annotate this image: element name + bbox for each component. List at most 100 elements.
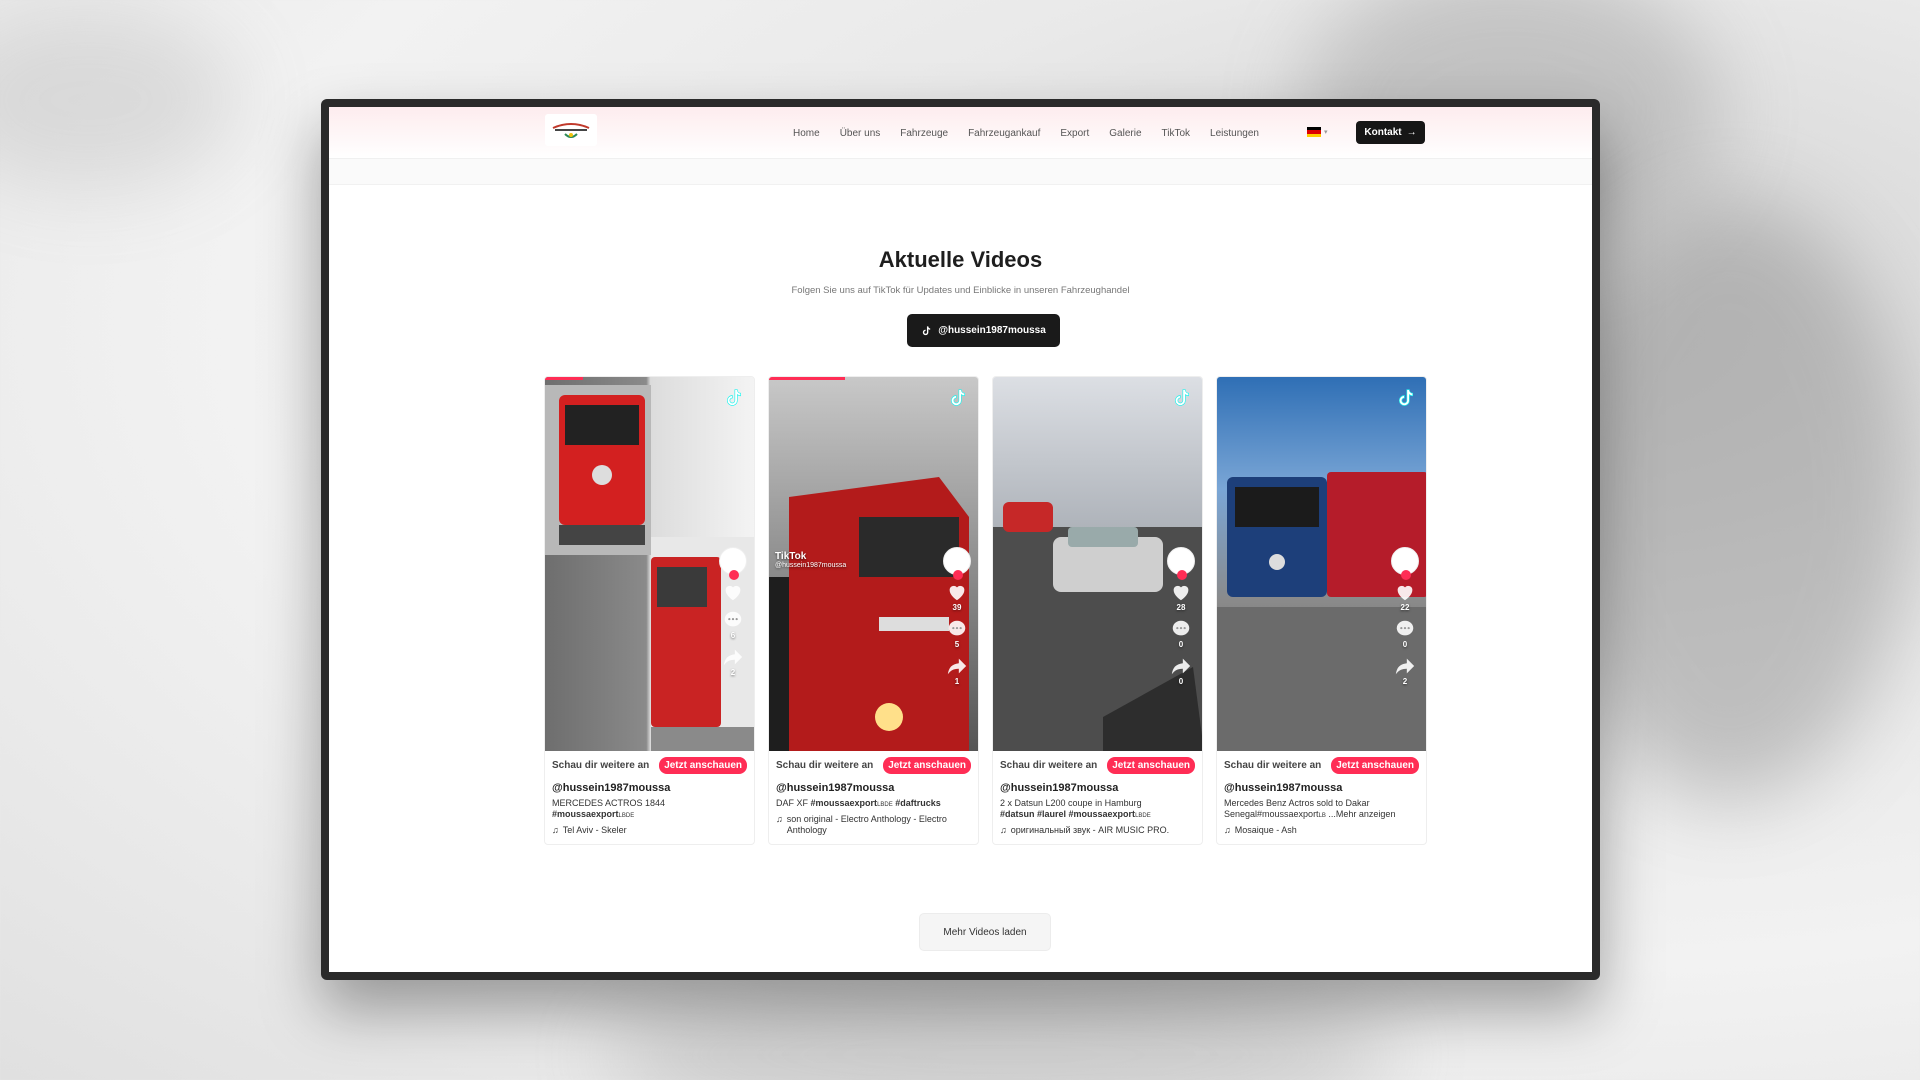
- video-cta-row: Schau dir weitere an Jetzt anschauen: [993, 751, 1202, 774]
- avatar[interactable]: [719, 547, 747, 580]
- nav-fahrzeugankauf[interactable]: Fahrzeugankauf: [958, 128, 1050, 139]
- video-progress-bar: [769, 377, 845, 380]
- hashtag-suffix: LB: [1318, 813, 1326, 819]
- background-blur: [1550, 200, 1910, 800]
- watermark-handle: @hussein1987moussa: [775, 562, 847, 569]
- nav-galerie[interactable]: Galerie: [1099, 128, 1151, 139]
- music-title: Mosaique - Ash: [1234, 825, 1297, 835]
- nav-tiktok[interactable]: TikTok: [1152, 128, 1201, 139]
- comment-action[interactable]: 0: [1394, 618, 1416, 649]
- video-progress-bar: [545, 377, 583, 380]
- sub-header-strip: [329, 159, 1592, 185]
- description-text: 2 x Datsun L200 coupe in Hamburg: [1000, 798, 1142, 808]
- share-icon: [1171, 658, 1191, 675]
- hashtags-2[interactable]: #daftrucks: [895, 798, 941, 808]
- follow-plus-icon[interactable]: [1177, 570, 1187, 580]
- music-info[interactable]: ♫ son original - Electro Anthology - Ele…: [769, 811, 978, 844]
- language-switcher[interactable]: ▾: [1307, 127, 1328, 137]
- description-text: MERCEDES ACTROS 1844: [552, 798, 666, 808]
- share-action[interactable]: 1: [946, 655, 968, 686]
- watermark-brand: TikTok: [775, 551, 807, 562]
- avatar[interactable]: [943, 547, 971, 580]
- like-action[interactable]: 22: [1394, 581, 1416, 612]
- music-title: оригинальный звук - AIR MUSIC PRO.: [1010, 825, 1170, 835]
- comment-count: 0: [1178, 640, 1184, 649]
- nav-fahrzeuge[interactable]: Fahrzeuge: [890, 128, 958, 139]
- comment-count: 0: [1402, 640, 1408, 649]
- like-action[interactable]: [722, 581, 744, 603]
- video-grid: 6 2 Schau dir weitere an Jetzt anschauen…: [544, 376, 1427, 845]
- nav-ueber-uns[interactable]: Über uns: [830, 128, 891, 139]
- video-description: DAF XF #moussaexportLBDE #daftrucks: [769, 794, 978, 811]
- comment-action[interactable]: 0: [1170, 618, 1192, 649]
- avatar[interactable]: [1391, 547, 1419, 580]
- share-action[interactable]: 2: [722, 646, 744, 677]
- follow-plus-icon[interactable]: [953, 570, 963, 580]
- video-thumbnail[interactable]: TikTok @hussein1987moussa 39 5 1: [769, 377, 978, 751]
- video-thumbnail[interactable]: 22 0 2: [1217, 377, 1426, 751]
- video-thumbnail[interactable]: 28 0 0: [993, 377, 1202, 751]
- cta-text: Schau dir weitere an: [776, 759, 874, 771]
- video-author[interactable]: @hussein1987moussa: [545, 773, 754, 794]
- comment-count: 5: [954, 640, 960, 649]
- cta-text: Schau dir weitere an: [552, 759, 650, 771]
- hashtags[interactable]: #moussaexport: [552, 809, 619, 819]
- like-action[interactable]: 39: [946, 581, 968, 612]
- comment-icon: [1172, 620, 1190, 636]
- comment-action[interactable]: 6: [722, 609, 744, 640]
- video-card[interactable]: 6 2 Schau dir weitere an Jetzt anschauen…: [544, 376, 755, 845]
- video-author[interactable]: @hussein1987moussa: [769, 773, 978, 794]
- load-more-button[interactable]: Mehr Videos laden: [919, 913, 1051, 951]
- music-note-icon: ♫: [552, 825, 559, 835]
- video-description: 2 x Datsun L200 coupe in Hamburg #datsun…: [993, 794, 1202, 822]
- share-action[interactable]: 0: [1170, 655, 1192, 686]
- video-thumbnail[interactable]: 6 2: [545, 377, 754, 751]
- music-info[interactable]: ♫ оригинальный звук - AIR MUSIC PRO.: [993, 822, 1202, 844]
- cta-text: Schau dir weitere an: [1224, 759, 1322, 771]
- watch-now-button[interactable]: Jetzt anschauen: [1107, 756, 1195, 774]
- arrow-right-icon: →: [1406, 127, 1417, 138]
- nav-home[interactable]: Home: [783, 128, 830, 139]
- follow-plus-icon[interactable]: [729, 570, 739, 580]
- section-subtitle: Folgen Sie uns auf TikTok für Updates un…: [791, 285, 1130, 296]
- like-count: 22: [1400, 603, 1410, 612]
- hashtags[interactable]: #moussaexport: [811, 798, 878, 808]
- main-nav: Home Über uns Fahrzeuge Fahrzeugankauf E…: [783, 107, 1269, 159]
- contact-button[interactable]: Kontakt →: [1356, 121, 1425, 144]
- video-action-bar: 39 5 1: [942, 547, 972, 686]
- moussa-export-logo-icon: [552, 123, 590, 138]
- show-more-link[interactable]: ...Mehr anzeigen: [1326, 809, 1395, 819]
- tiktok-icon: [727, 389, 741, 406]
- nav-leistungen[interactable]: Leistungen: [1200, 128, 1269, 139]
- video-action-bar: 28 0 0: [1166, 547, 1196, 686]
- like-action[interactable]: 28: [1170, 581, 1192, 612]
- video-author[interactable]: @hussein1987moussa: [993, 773, 1202, 794]
- description-text: DAF XF: [776, 798, 809, 808]
- share-count: 2: [730, 668, 736, 677]
- share-count: 2: [1402, 677, 1408, 686]
- music-info[interactable]: ♫ Tel Aviv - Skeler: [545, 822, 754, 844]
- avatar[interactable]: [1167, 547, 1195, 580]
- chevron-down-icon: ▾: [1324, 129, 1328, 136]
- watch-now-button[interactable]: Jetzt anschauen: [1331, 756, 1419, 774]
- comment-action[interactable]: 5: [946, 618, 968, 649]
- watch-now-button[interactable]: Jetzt anschauen: [883, 756, 971, 774]
- nav-export[interactable]: Export: [1050, 128, 1099, 139]
- video-card[interactable]: 22 0 2 Schau dir weitere an Jetzt anscha…: [1216, 376, 1427, 845]
- music-title: Tel Aviv - Skeler: [562, 825, 627, 835]
- music-info[interactable]: ♫ Mosaique - Ash: [1217, 822, 1426, 844]
- heart-icon: [725, 585, 741, 601]
- follow-plus-icon[interactable]: [1401, 570, 1411, 580]
- hashtags[interactable]: #datsun #laurel #moussaexport: [1000, 809, 1135, 819]
- tiktok-handle-label: @hussein1987moussa: [938, 325, 1046, 336]
- share-count: 0: [1178, 677, 1184, 686]
- video-description: MERCEDES ACTROS 1844 #moussaexportLBDE: [545, 794, 754, 822]
- company-logo[interactable]: [545, 114, 597, 146]
- video-card[interactable]: TikTok @hussein1987moussa 39 5 1 Schau d…: [768, 376, 979, 845]
- watch-now-button[interactable]: Jetzt anschauen: [659, 756, 747, 774]
- background-blur: [0, 10, 240, 190]
- video-author[interactable]: @hussein1987moussa: [1217, 773, 1426, 794]
- share-action[interactable]: 2: [1394, 655, 1416, 686]
- video-card[interactable]: 28 0 0 Schau dir weitere an Jetzt anscha…: [992, 376, 1203, 845]
- tiktok-profile-button[interactable]: @hussein1987moussa: [907, 314, 1060, 347]
